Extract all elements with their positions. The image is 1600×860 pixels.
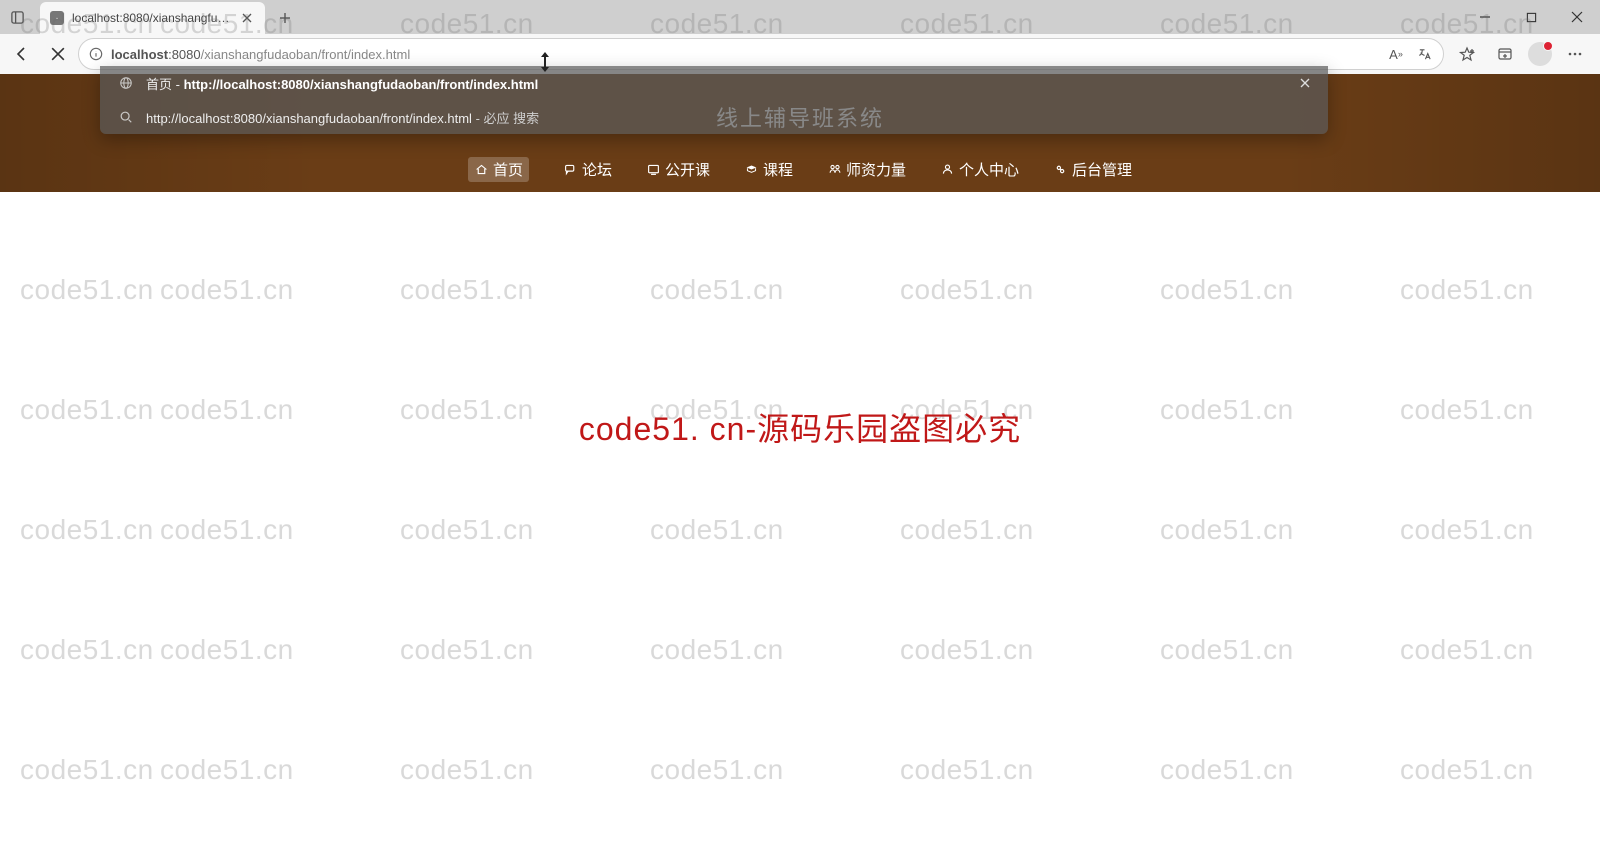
nav-item-forum[interactable]: 论坛 <box>563 157 612 182</box>
watermark-text: code51.cn <box>160 274 294 306</box>
suggestion-text: http://localhost:8080/xianshangfudaoban/… <box>146 111 472 126</box>
watermark-text: code51.cn <box>20 634 154 666</box>
watermark-text: code51.cn <box>1400 514 1534 546</box>
nav-label: 首页 <box>493 159 523 180</box>
watermark-text: code51.cn <box>900 274 1034 306</box>
watermark-text: code51.cn <box>650 634 784 666</box>
watermark-text: code51.cn <box>1160 274 1294 306</box>
browser-tab[interactable]: · localhost:8080/xianshangfudaob <box>40 2 265 34</box>
watermark-text: code51.cn <box>1160 754 1294 786</box>
collections-icon[interactable] <box>1490 39 1520 69</box>
forum-icon <box>563 162 578 177</box>
tab-favicon: · <box>50 11 64 25</box>
watermark-text: code51.cn <box>1160 634 1294 666</box>
window-close-button[interactable] <box>1554 0 1600 34</box>
watermark-text: code51.cn <box>1400 754 1534 786</box>
tab-title: localhost:8080/xianshangfudaob <box>72 11 231 25</box>
site-info-icon[interactable] <box>89 47 103 61</box>
nav-label: 课程 <box>763 159 793 180</box>
tab-close-icon[interactable] <box>239 10 255 26</box>
main-nav: 首页 论坛 公开课 课程 师资力量 个人中心 后台管理 <box>0 157 1600 182</box>
window-maximize-button[interactable] <box>1508 0 1554 34</box>
watermark-text: code51.cn <box>650 754 784 786</box>
admin-icon <box>1053 162 1068 177</box>
window-minimize-button[interactable] <box>1462 0 1508 34</box>
watermark-text: code51.cn <box>1400 274 1534 306</box>
new-tab-button[interactable] <box>271 4 299 32</box>
watermark-text: code51.cn <box>160 634 294 666</box>
toolbar-right <box>1448 39 1594 69</box>
nav-item-teacher[interactable]: 师资力量 <box>827 157 906 182</box>
watermark-text: code51.cn <box>400 514 534 546</box>
suggestion-remove-icon[interactable] <box>1300 76 1310 91</box>
watermark-text: code51.cn <box>900 634 1034 666</box>
tab-actions-button[interactable] <box>0 0 34 34</box>
nav-item-admin[interactable]: 后台管理 <box>1053 157 1132 182</box>
watermark-text: code51.cn <box>20 274 154 306</box>
globe-icon <box>118 75 134 91</box>
watermark-text: code51.cn <box>400 754 534 786</box>
suggestion-title: 首页 <box>146 77 172 92</box>
nav-label: 后台管理 <box>1072 159 1132 180</box>
watermark-text: code51.cn <box>650 514 784 546</box>
url-host: localhost <box>111 47 168 62</box>
nav-item-class[interactable]: 公开课 <box>646 157 710 182</box>
url-path: /xianshangfudaoban/front/index.html <box>201 47 411 62</box>
course-icon <box>744 162 759 177</box>
watermark-text: code51.cn <box>900 754 1034 786</box>
watermark-text: code51.cn <box>20 754 154 786</box>
more-icon[interactable] <box>1560 39 1590 69</box>
profile-avatar[interactable] <box>1528 42 1552 66</box>
teacher-icon <box>827 162 842 177</box>
watermark-text: code51.cn <box>900 514 1034 546</box>
translate-icon[interactable] <box>1415 45 1433 63</box>
suggestion-hint-sep: - <box>472 111 484 126</box>
nav-label: 师资力量 <box>846 159 906 180</box>
nav-item-user[interactable]: 个人中心 <box>940 157 1019 182</box>
suggestion-url: http://localhost:8080/xianshangfudaoban/… <box>184 77 539 92</box>
suggestion-history[interactable]: 首页 - http://localhost:8080/xianshangfuda… <box>100 66 1328 100</box>
watermark-text: code51.cn <box>1400 634 1534 666</box>
watermark-text: code51.cn <box>650 274 784 306</box>
window-controls <box>1462 0 1600 34</box>
user-icon <box>940 162 955 177</box>
stop-button[interactable] <box>42 38 74 70</box>
suggestion-search[interactable]: http://localhost:8080/xianshangfudaoban/… <box>100 100 1328 134</box>
page-content: code51.cncode51.cncode51.cncode51.cncode… <box>0 74 1600 860</box>
nav-item-course[interactable]: 课程 <box>744 157 793 182</box>
center-message: code51. cn-源码乐园盗图必究 <box>0 404 1600 450</box>
watermark-text: code51.cn <box>160 514 294 546</box>
home-icon <box>474 162 489 177</box>
watermark-text: code51.cn <box>1160 514 1294 546</box>
watermark-text: code51.cn <box>160 754 294 786</box>
suggestion-sep: - <box>172 77 184 92</box>
address-suggestions: 首页 - http://localhost:8080/xianshangfuda… <box>100 66 1328 134</box>
titlebar: · localhost:8080/xianshangfudaob <box>0 0 1600 34</box>
url-port: :8080 <box>168 47 201 62</box>
nav-label: 公开课 <box>665 159 710 180</box>
nav-item-home[interactable]: 首页 <box>468 157 529 182</box>
suggestion-hint: 必应 搜索 <box>484 111 540 126</box>
search-icon <box>118 109 134 125</box>
back-button[interactable] <box>6 38 38 70</box>
favorites-icon[interactable] <box>1452 39 1482 69</box>
nav-label: 论坛 <box>582 159 612 180</box>
nav-label: 个人中心 <box>959 159 1019 180</box>
class-icon <box>646 162 661 177</box>
url-text: localhost:8080/xianshangfudaoban/front/i… <box>111 47 410 62</box>
watermark-text: code51.cn <box>20 514 154 546</box>
read-aloud-icon[interactable]: A» <box>1387 45 1405 63</box>
watermark-text: code51.cn <box>400 634 534 666</box>
watermark-text: code51.cn <box>400 274 534 306</box>
browser-chrome: · localhost:8080/xianshangfudaob localho… <box>0 0 1600 74</box>
